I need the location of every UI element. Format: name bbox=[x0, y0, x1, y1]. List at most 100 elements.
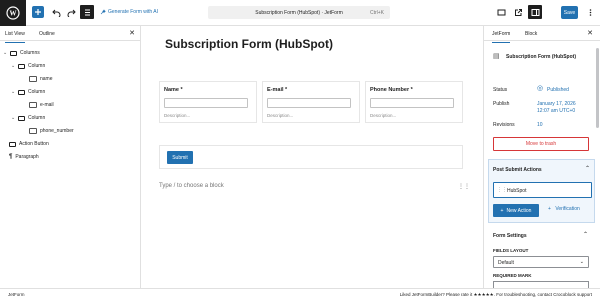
block-placeholder[interactable]: Type / to choose a block bbox=[159, 183, 224, 189]
plus-icon: + bbox=[548, 206, 553, 212]
breadcrumb[interactable]: JetForm bbox=[8, 292, 25, 297]
chevron-down-icon: ⌄ bbox=[11, 89, 16, 95]
plus-icon: + bbox=[500, 207, 504, 214]
footer-notice: Liked JetFormBuilder? Please rate it ★★★… bbox=[399, 292, 592, 297]
status-label: Status bbox=[493, 87, 508, 93]
tree-item-columns[interactable]: ⌄ Columns bbox=[3, 48, 40, 58]
tree-item-label: e-mail bbox=[40, 102, 54, 108]
publish-label: Publish bbox=[493, 101, 510, 107]
tree-item-paragraph[interactable]: ¶ Paragraph bbox=[9, 152, 39, 162]
tree-item-field-phone[interactable]: phone_number bbox=[29, 126, 74, 136]
view-post-icon[interactable] bbox=[511, 5, 525, 19]
close-icon[interactable]: ✕ bbox=[587, 29, 593, 37]
columns-icon bbox=[10, 50, 17, 56]
move-to-trash-button[interactable]: Move to trash bbox=[493, 137, 589, 151]
paragraph-icon: ¶ bbox=[9, 154, 13, 160]
email-input[interactable] bbox=[267, 98, 351, 108]
tab-outline[interactable]: Outline bbox=[39, 31, 55, 37]
form-settings-title[interactable]: Form Settings bbox=[493, 233, 527, 239]
text-field-icon bbox=[29, 76, 37, 82]
chevron-up-icon[interactable]: ⌃ bbox=[585, 165, 590, 172]
page-title[interactable]: Subscription Form (HubSpot) bbox=[165, 37, 333, 51]
left-panel-tabs: List View Outline ✕ bbox=[0, 26, 141, 43]
form-icon: ▤ bbox=[493, 53, 500, 60]
submit-button[interactable]: Submit bbox=[167, 151, 193, 164]
tree-item-label: Action Button bbox=[19, 141, 49, 147]
field-description: Description... bbox=[267, 113, 294, 118]
command-shortcut: Ctrl+K bbox=[369, 10, 384, 16]
required-mark-label: REQUIRED MARK bbox=[493, 273, 532, 278]
tab-block[interactable]: Block bbox=[525, 31, 537, 37]
drag-handle-icon[interactable]: ⋮⋮ bbox=[458, 183, 470, 190]
field-card-phone[interactable]: Phone Number * Description... bbox=[365, 81, 463, 123]
sidebar-scrollbar[interactable] bbox=[596, 48, 599, 128]
tree-item-column[interactable]: ⌄ Column bbox=[11, 113, 45, 123]
revisions-value[interactable]: 10 bbox=[537, 122, 543, 128]
publish-time[interactable]: 12:07 am UTC+0 bbox=[537, 108, 575, 114]
tree-item-column[interactable]: ⌄ Column bbox=[11, 87, 45, 97]
tree-item-label: Column bbox=[28, 63, 46, 69]
wordpress-logo-icon[interactable]: W bbox=[0, 0, 26, 26]
published-check-icon: ◎ bbox=[537, 85, 544, 92]
verification-label: Verification bbox=[555, 206, 580, 212]
required-mark-input[interactable] bbox=[493, 281, 589, 288]
name-input[interactable] bbox=[164, 98, 248, 108]
post-submit-actions-panel: Post Submit Actions ⌃ ⋮⋮ HubSpot + New A… bbox=[488, 159, 595, 223]
tab-jetform[interactable]: JetForm bbox=[492, 31, 511, 43]
field-label: E-mail * bbox=[267, 87, 288, 93]
add-block-button[interactable] bbox=[32, 6, 44, 18]
document-overview-icon[interactable] bbox=[80, 5, 94, 19]
close-icon[interactable]: ✕ bbox=[129, 29, 135, 37]
column-icon bbox=[18, 63, 25, 69]
fields-layout-label: FIELDS LAYOUT bbox=[493, 248, 529, 253]
status-value[interactable]: Published bbox=[547, 87, 569, 93]
magic-wand-icon bbox=[100, 9, 106, 15]
tree-item-label: Column bbox=[28, 89, 46, 95]
desktop-preview-icon[interactable] bbox=[494, 5, 508, 19]
phone-input[interactable] bbox=[370, 98, 454, 108]
redo-icon[interactable] bbox=[64, 5, 78, 19]
fields-layout-value: Default bbox=[498, 260, 514, 266]
generate-ai-link[interactable]: Generate Form with AI bbox=[100, 9, 158, 15]
document-title-bar[interactable]: Subscription Form (HubSpot) · JetForm Ct… bbox=[208, 6, 390, 19]
options-menu-icon[interactable] bbox=[583, 5, 597, 19]
tree-item-label: name bbox=[40, 76, 53, 82]
revisions-label: Revisions bbox=[493, 122, 515, 128]
tree-item-action-button[interactable]: Action Button bbox=[9, 139, 49, 149]
tree-item-field-email[interactable]: e-mail bbox=[29, 100, 54, 110]
field-description: Description... bbox=[370, 113, 397, 118]
field-label: Name * bbox=[164, 87, 183, 93]
editor-app: W Generate Form with AI Subscription For… bbox=[0, 0, 600, 298]
save-button[interactable]: Save bbox=[561, 6, 578, 19]
field-label: Phone Number * bbox=[370, 87, 413, 93]
column-icon bbox=[18, 89, 25, 95]
settings-sidebar-icon[interactable] bbox=[528, 5, 542, 19]
drag-handle-icon[interactable]: ⋮⋮ bbox=[497, 187, 507, 193]
fields-layout-select[interactable]: Default ⌄ bbox=[493, 256, 589, 268]
hubspot-action-item[interactable]: ⋮⋮ HubSpot bbox=[493, 182, 592, 198]
chevron-down-icon: ⌄ bbox=[579, 259, 584, 265]
publish-date[interactable]: January 17, 2026 bbox=[537, 101, 576, 107]
field-card-name[interactable]: Name * Description... bbox=[159, 81, 257, 123]
editor-footer: JetForm Liked JetFormBuilder? Please rat… bbox=[0, 288, 600, 298]
field-card-email[interactable]: E-mail * Description... bbox=[262, 81, 360, 123]
action-name: HubSpot bbox=[507, 188, 527, 194]
tree-item-label: Paragraph bbox=[15, 154, 39, 160]
chevron-down-icon: ⌄ bbox=[3, 50, 8, 56]
verification-button[interactable]: + Verification bbox=[548, 206, 580, 212]
field-description: Description... bbox=[164, 113, 191, 118]
tree-item-label: phone_number bbox=[40, 128, 74, 134]
editor-canvas: Subscription Form (HubSpot) Name * Descr… bbox=[141, 26, 483, 288]
settings-sidebar: JetForm Block ✕ ▤ Subscription Form (Hub… bbox=[483, 26, 600, 288]
tree-item-label: Columns bbox=[20, 50, 40, 56]
undo-icon[interactable] bbox=[49, 5, 63, 19]
tree-item-column[interactable]: ⌄ Column bbox=[11, 61, 45, 71]
tab-list-view[interactable]: List View bbox=[5, 31, 25, 43]
button-icon bbox=[9, 141, 16, 147]
tree-item-field-name[interactable]: name bbox=[29, 74, 53, 84]
column-icon bbox=[18, 115, 25, 121]
chevron-up-icon[interactable]: ⌃ bbox=[583, 231, 588, 238]
new-action-button[interactable]: + New Action bbox=[493, 204, 539, 217]
action-button-block[interactable]: Submit bbox=[159, 145, 463, 169]
chevron-down-icon: ⌄ bbox=[11, 115, 16, 121]
